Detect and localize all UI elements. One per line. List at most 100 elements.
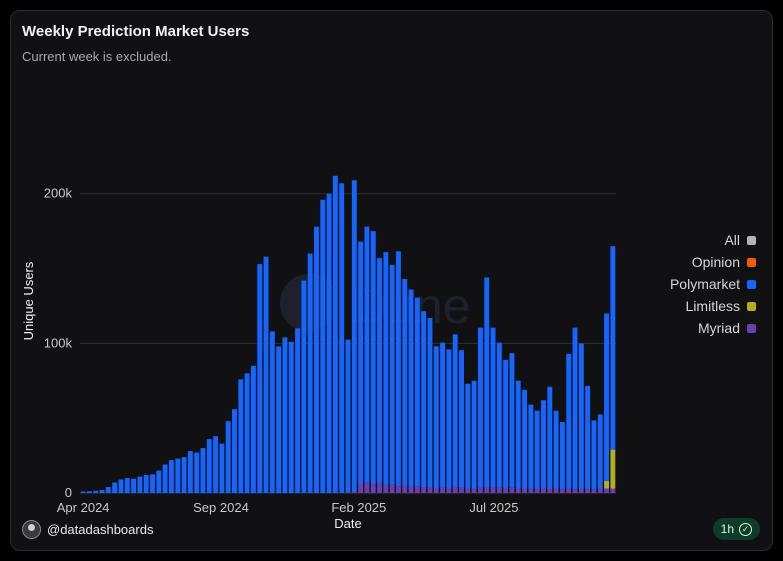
legend-swatch xyxy=(747,323,756,333)
bar-myriad xyxy=(522,488,528,493)
bar-polymarket xyxy=(131,478,137,493)
bar-polymarket xyxy=(395,251,401,487)
bar-polymarket xyxy=(124,478,130,493)
y-axis: 0 100k 200k xyxy=(44,186,73,500)
bar-polymarket xyxy=(446,349,452,489)
bar-polymarket xyxy=(496,342,502,488)
bar-myriad xyxy=(578,488,584,493)
bar-polymarket xyxy=(503,359,509,489)
bar-polymarket xyxy=(383,252,389,486)
bar-polymarket xyxy=(597,414,603,490)
legend-label: Limitless xyxy=(685,298,740,314)
bar-myriad xyxy=(389,484,395,493)
bar-myriad xyxy=(383,485,389,493)
bar-polymarket xyxy=(471,380,477,489)
bar-myriad xyxy=(572,489,578,493)
chart-card: Weekly Prediction Market Users Current w… xyxy=(10,10,773,551)
x-tick-label: Sep 2024 xyxy=(193,500,249,515)
bar-polymarket xyxy=(276,346,282,493)
bar-polymarket xyxy=(307,253,313,493)
bar-polymarket xyxy=(351,180,357,492)
x-tick-label: Feb 2025 xyxy=(331,500,386,515)
refresh-badge[interactable]: 1h ✓ xyxy=(712,518,760,540)
bar-myriad xyxy=(358,484,364,493)
bar-polymarket xyxy=(377,258,382,483)
legend-label: Myriad xyxy=(697,320,740,336)
bar-polymarket xyxy=(105,487,111,493)
bar-polymarket xyxy=(93,490,99,493)
bar-polymarket xyxy=(339,183,345,493)
bar-myriad xyxy=(471,488,477,493)
bar-polymarket xyxy=(414,297,420,487)
bar-myriad xyxy=(547,488,553,493)
bar-myriad xyxy=(541,488,546,493)
author-handle: @datadashboards xyxy=(47,522,154,537)
bar-polymarket xyxy=(477,327,483,488)
bar-myriad xyxy=(345,492,351,493)
legend-item-all[interactable]: All xyxy=(670,229,756,251)
x-axis: Apr 2024 Sep 2024 Feb 2025 Jul 2025 xyxy=(57,500,519,515)
bar-myriad xyxy=(408,487,414,493)
bar-polymarket xyxy=(528,404,534,489)
bar-polymarket xyxy=(578,343,584,489)
bar-polymarket xyxy=(225,421,231,493)
bar-polymarket xyxy=(490,327,496,488)
avatar xyxy=(22,520,41,539)
bar-polymarket xyxy=(99,490,105,493)
bar-myriad xyxy=(559,489,565,493)
bar-polymarket xyxy=(137,476,143,493)
bar-myriad xyxy=(414,486,420,493)
refresh-interval: 1h xyxy=(720,522,734,536)
legend-item-polymarket[interactable]: Polymarket xyxy=(670,273,756,295)
bar-myriad xyxy=(591,489,597,493)
x-tick-label: Apr 2024 xyxy=(57,500,110,515)
check-circle-icon: ✓ xyxy=(739,522,752,536)
bar-limitless xyxy=(610,449,616,489)
bar-polymarket xyxy=(187,451,193,493)
bar-polymarket xyxy=(433,346,439,489)
author-link[interactable]: @datadashboards xyxy=(22,520,153,539)
x-axis-title: Date xyxy=(334,516,361,531)
bar-myriad xyxy=(496,487,502,493)
legend-swatch xyxy=(747,257,756,267)
bar-polymarket xyxy=(175,458,181,493)
bar-polymarket xyxy=(547,386,553,489)
legend-item-myriad[interactable]: Myriad xyxy=(670,317,756,339)
bar-polymarket xyxy=(364,226,370,483)
bar-polymarket xyxy=(522,389,528,489)
bar-myriad xyxy=(566,488,572,493)
legend-item-opinion[interactable]: Opinion xyxy=(670,251,756,273)
bar-polymarket xyxy=(87,491,92,493)
bar-polymarket xyxy=(604,313,609,482)
bar-myriad xyxy=(597,489,603,493)
bar-polymarket xyxy=(509,353,515,488)
bar-polymarket xyxy=(112,482,118,493)
y-tick-label: 100k xyxy=(44,335,73,350)
bar-polymarket xyxy=(402,279,408,486)
bar-polymarket xyxy=(206,439,212,493)
bar-polymarket xyxy=(553,410,559,489)
bars xyxy=(80,175,616,494)
bar-polymarket xyxy=(200,448,206,493)
bar-polymarket xyxy=(181,457,187,493)
legend-swatch xyxy=(747,279,756,289)
bar-polymarket xyxy=(332,175,338,494)
bar-polymarket xyxy=(610,246,616,450)
bar-polymarket xyxy=(440,342,446,488)
bar-polymarket xyxy=(389,264,395,485)
bar-polymarket xyxy=(326,193,332,494)
legend-label: All xyxy=(724,232,740,248)
bar-polymarket xyxy=(452,334,458,488)
legend-swatch xyxy=(747,301,756,311)
legend-item-limitless[interactable]: Limitless xyxy=(670,295,756,317)
bar-myriad xyxy=(370,484,376,493)
bar-polymarket xyxy=(156,470,162,493)
bar-myriad xyxy=(377,482,382,493)
bar-myriad xyxy=(515,488,521,493)
bar-polymarket xyxy=(566,353,572,489)
bar-polymarket xyxy=(118,479,124,493)
bar-myriad xyxy=(452,487,458,493)
legend-label: Opinion xyxy=(691,254,740,270)
y-tick-label: 200k xyxy=(44,186,73,201)
bar-myriad xyxy=(503,488,509,493)
